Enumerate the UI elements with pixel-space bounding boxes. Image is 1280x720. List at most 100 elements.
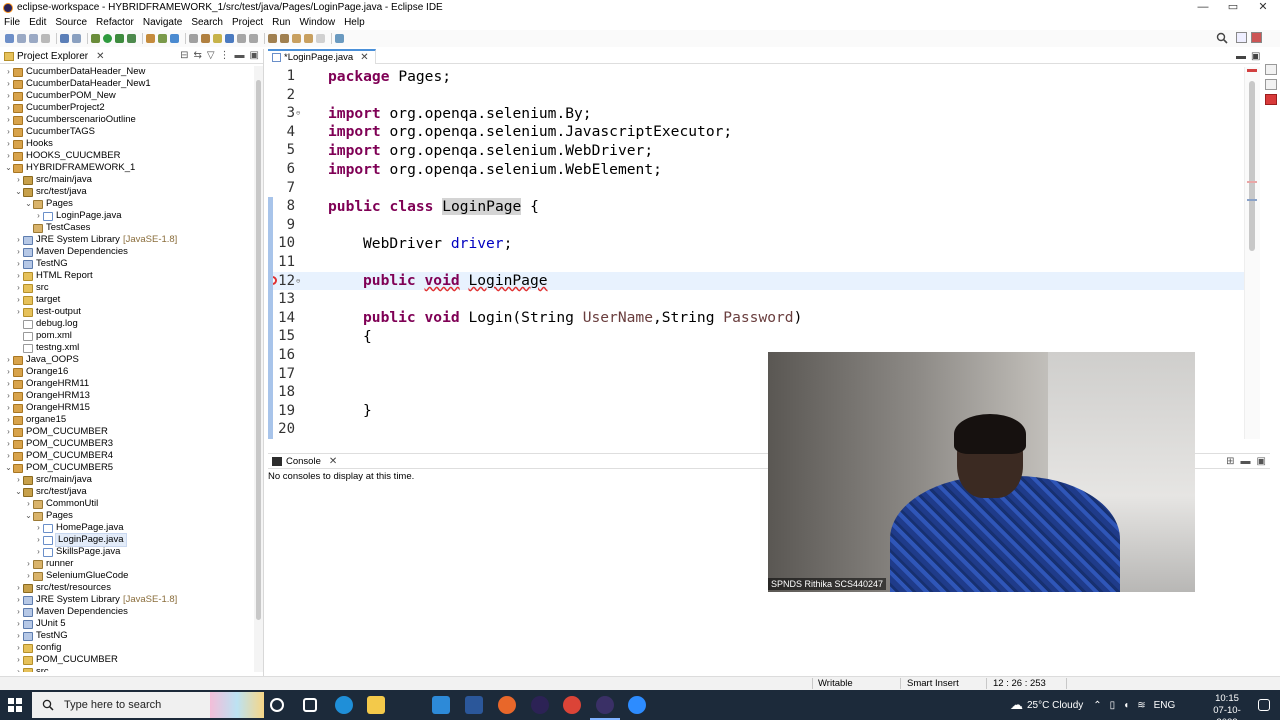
tree-item[interactable]: testng.xml [0,342,254,354]
menu-edit[interactable]: Edit [29,17,46,28]
menu-source[interactable]: Source [55,17,87,28]
chevron-right-icon[interactable]: › [4,390,13,402]
chevron-down-icon[interactable]: ⌄ [24,198,33,210]
tree-item[interactable]: ⌄ src/test/java [0,486,254,498]
tree-item[interactable]: › LoginPage.java [0,533,254,547]
tree-item[interactable]: › POM_CUCUMBER4 [0,450,254,462]
tree-item[interactable]: › runner [0,558,254,570]
tree-item[interactable]: › HOOKS_CUUCMBER [0,150,254,162]
chevron-right-icon[interactable]: › [4,354,13,366]
chevron-right-icon[interactable]: › [4,66,13,78]
tree-item[interactable]: › src/main/java [0,474,254,486]
tree-item[interactable]: › Maven Dependencies [0,606,254,618]
chevron-right-icon[interactable]: › [34,546,43,558]
forward-icon[interactable] [316,34,325,43]
edge-icon[interactable] [335,696,353,714]
menu-navigate[interactable]: Navigate [143,17,182,28]
new-icon[interactable] [5,34,14,43]
tree-item[interactable]: › Java_OOPS [0,354,254,366]
collapse-all-icon[interactable]: ⊟ [180,50,188,61]
tray-chevron-icon[interactable]: ⌃ [1093,700,1101,711]
tree-item[interactable]: › CucumberPOM_New [0,90,254,102]
scrollbar-thumb[interactable] [256,80,261,620]
word-icon[interactable] [465,696,483,714]
chevron-right-icon[interactable]: › [14,246,23,258]
chevron-down-icon[interactable]: ⌄ [14,486,23,498]
tree-item[interactable]: › CucumberProject2 [0,102,254,114]
chevron-right-icon[interactable]: › [4,414,13,426]
search-tool-icon[interactable] [201,34,210,43]
skip-breakpoints-icon[interactable] [72,34,81,43]
taskbar-clock[interactable]: 10:15 07-10-2022 [1207,693,1247,720]
code-line[interactable]: 14 public void Login(String UserName,Stri… [268,309,1244,327]
new-java-project-icon[interactable] [146,34,155,43]
open-console-icon[interactable]: ⊞ [1226,456,1234,467]
close-icon[interactable]: ✕ [329,456,337,467]
close-window-button[interactable]: ✕ [1248,0,1278,15]
close-icon[interactable]: ✕ [360,52,368,63]
tree-item[interactable]: › POM_CUCUMBER [0,654,254,666]
code-line[interactable]: 5 import org.openqa.selenium.WebDriver; [268,141,1244,159]
weather-text[interactable]: 25°C Cloudy [1027,700,1083,711]
run-icon[interactable] [103,34,112,43]
mail-icon[interactable] [432,696,450,714]
code-line[interactable]: 9 [268,216,1244,234]
pin-editor-icon[interactable] [335,34,344,43]
tree-item[interactable]: › target [0,294,254,306]
chevron-right-icon[interactable]: › [24,558,33,570]
tree-item[interactable]: › JRE System Library [JavaSE-1.8] [0,234,254,246]
chevron-right-icon[interactable]: › [4,150,13,162]
file-explorer-icon[interactable] [367,696,385,714]
chrome-icon[interactable] [563,696,581,714]
code-line[interactable]: 2 [268,86,1244,104]
chevron-right-icon[interactable]: › [4,138,13,150]
network-icon[interactable]: ▯ [1110,700,1116,711]
code-line[interactable]: 10 WebDriver driver; [268,234,1244,252]
tree-item[interactable]: › CucumberscenarioOutline [0,114,254,126]
maximize-button[interactable]: ▭ [1218,0,1248,15]
link-editor-icon[interactable]: ⇆ [193,50,201,61]
view-menu-icon[interactable]: ⋮ [220,50,230,61]
volume-icon[interactable]: ◖ [1123,700,1129,711]
tree-item[interactable]: › TestNG [0,258,254,270]
chevron-right-icon[interactable]: › [4,450,13,462]
code-line[interactable]: 4 import org.openqa.selenium.JavascriptEx… [268,123,1244,141]
new-package-icon[interactable] [158,34,167,43]
tree-item[interactable]: › OrangeHRM13 [0,390,254,402]
chevron-right-icon[interactable]: › [14,258,23,270]
chevron-right-icon[interactable]: › [34,210,43,222]
tree-item[interactable]: ⌄ Pages [0,198,254,210]
code-line[interactable]: 1 package Pages; [268,67,1244,85]
problems-icon[interactable] [1265,94,1277,105]
chevron-down-icon[interactable]: ⌄ [24,510,33,522]
menu-project[interactable]: Project [232,17,263,28]
tree-item[interactable]: › src/test/resources [0,582,254,594]
chevron-right-icon[interactable]: › [14,654,23,666]
tree-item[interactable]: › POM_CUCUMBER [0,426,254,438]
chevron-right-icon[interactable]: › [34,522,43,534]
chevron-right-icon[interactable]: › [14,294,23,306]
maximize-view-icon[interactable]: ▣ [1257,456,1266,467]
tree-item[interactable]: › HTML Report [0,270,254,282]
tree-item[interactable]: › src [0,666,254,672]
chevron-right-icon[interactable]: › [14,666,23,672]
cursor-position[interactable]: 12 : 26 : 253 [993,678,1046,689]
chevron-right-icon[interactable]: › [4,78,13,90]
external-tools-icon[interactable] [127,34,136,43]
tree-item[interactable]: › Maven Dependencies [0,246,254,258]
tree-item[interactable]: › CucumberDataHeader_New [0,66,254,78]
chevron-right-icon[interactable]: › [14,642,23,654]
tree-item[interactable]: › organe15 [0,414,254,426]
chevron-right-icon[interactable]: › [14,306,23,318]
chevron-down-icon[interactable]: ⌄ [4,462,13,474]
tree-item[interactable]: › SeleniumGlueCode [0,570,254,582]
chevron-right-icon[interactable]: › [14,618,23,630]
chevron-right-icon[interactable]: › [14,630,23,642]
firefox-icon[interactable] [498,696,516,714]
chevron-right-icon[interactable]: › [4,102,13,114]
java-perspective-icon[interactable] [1251,32,1262,43]
chevron-right-icon[interactable]: › [4,378,13,390]
minimize-view-icon[interactable]: ▬ [235,50,245,61]
task-list-icon[interactable] [1265,79,1277,90]
debug-icon[interactable] [91,34,100,43]
